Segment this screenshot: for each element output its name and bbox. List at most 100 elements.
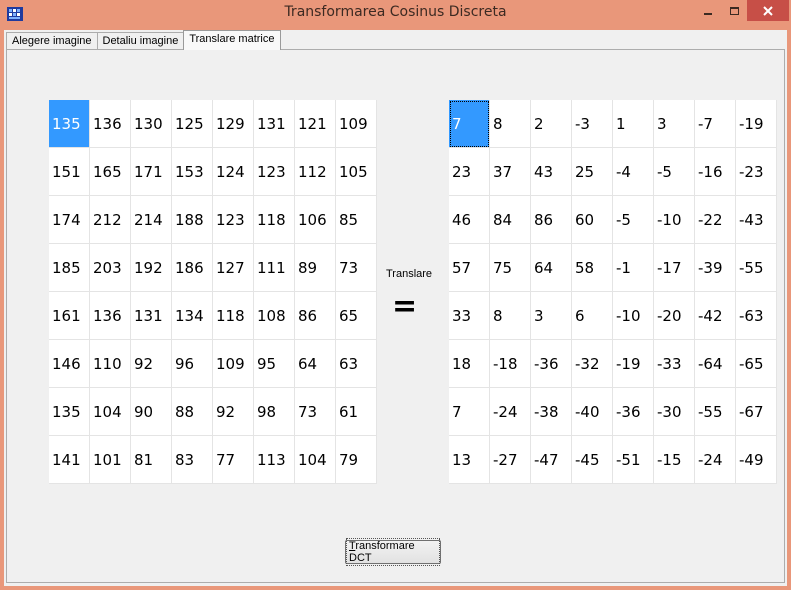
source-matrix-cell[interactable]: 203 [90,244,131,292]
source-matrix-cell[interactable]: 104 [295,436,336,484]
translated-matrix-cell[interactable]: -47 [531,436,572,484]
source-matrix-cell[interactable]: 123 [254,148,295,196]
source-matrix-cell[interactable]: 165 [90,148,131,196]
translated-matrix-cell[interactable]: -10 [654,196,695,244]
source-matrix-cell[interactable]: 186 [172,244,213,292]
source-matrix-cell[interactable]: 95 [254,340,295,388]
translated-matrix-cell[interactable]: 37 [490,148,531,196]
source-matrix-cell[interactable]: 212 [90,196,131,244]
source-matrix-cell[interactable]: 192 [131,244,172,292]
translated-matrix-cell[interactable]: 7 [449,100,490,148]
tab-detaliu-imagine[interactable]: Detaliu imagine [96,32,185,50]
source-matrix-cell[interactable]: 146 [49,340,90,388]
source-matrix-cell[interactable]: 96 [172,340,213,388]
translated-matrix-cell[interactable]: -1 [613,244,654,292]
source-matrix-cell[interactable]: 81 [131,436,172,484]
translated-matrix-cell[interactable]: -27 [490,436,531,484]
source-matrix-cell[interactable]: 118 [213,292,254,340]
source-matrix-cell[interactable]: 90 [131,388,172,436]
source-matrix-cell[interactable]: 112 [295,148,336,196]
translated-matrix-cell[interactable]: 13 [449,436,490,484]
source-matrix-cell[interactable]: 174 [49,196,90,244]
translated-matrix-cell[interactable]: 84 [490,196,531,244]
translated-matrix-cell[interactable]: -36 [613,388,654,436]
source-matrix-cell[interactable]: 86 [295,292,336,340]
translated-matrix-cell[interactable]: -40 [572,388,613,436]
source-matrix-cell[interactable]: 77 [213,436,254,484]
translated-matrix-cell[interactable]: -17 [654,244,695,292]
source-matrix-cell[interactable]: 136 [90,100,131,148]
source-matrix-cell[interactable]: 124 [213,148,254,196]
source-matrix-cell[interactable]: 185 [49,244,90,292]
source-matrix-cell[interactable]: 134 [172,292,213,340]
source-matrix-cell[interactable]: 101 [90,436,131,484]
source-matrix-cell[interactable]: 73 [295,388,336,436]
source-matrix-cell[interactable]: 113 [254,436,295,484]
source-matrix-cell[interactable]: 92 [213,388,254,436]
translated-matrix-cell[interactable]: 64 [531,244,572,292]
translated-matrix-cell[interactable]: 8 [490,100,531,148]
translated-matrix-cell[interactable]: -22 [695,196,736,244]
source-matrix-cell[interactable]: 135 [49,100,90,148]
source-matrix-cell[interactable]: 109 [336,100,377,148]
translated-matrix-cell[interactable]: -42 [695,292,736,340]
translated-matrix-cell[interactable]: 60 [572,196,613,244]
translated-matrix-cell[interactable]: 7 [449,388,490,436]
translated-matrix-cell[interactable]: -32 [572,340,613,388]
source-matrix-cell[interactable]: 171 [131,148,172,196]
title-bar[interactable]: Transformarea Cosinus Discreta [0,0,791,30]
translated-matrix-cell[interactable]: 75 [490,244,531,292]
source-matrix-cell[interactable]: 131 [131,292,172,340]
translated-matrix-cell[interactable]: 43 [531,148,572,196]
close-button[interactable] [747,0,789,21]
translated-matrix-cell[interactable]: -15 [654,436,695,484]
source-matrix-cell[interactable]: 61 [336,388,377,436]
translated-matrix-cell[interactable]: 18 [449,340,490,388]
source-matrix-cell[interactable]: 79 [336,436,377,484]
source-matrix-cell[interactable]: 63 [336,340,377,388]
translated-matrix-cell[interactable]: -30 [654,388,695,436]
source-matrix-cell[interactable]: 129 [213,100,254,148]
source-matrix-cell[interactable]: 141 [49,436,90,484]
translated-matrix-cell[interactable]: -24 [490,388,531,436]
source-matrix-cell[interactable]: 136 [90,292,131,340]
translated-matrix-cell[interactable]: -51 [613,436,654,484]
translated-matrix-cell[interactable]: -20 [654,292,695,340]
source-matrix-cell[interactable]: 135 [49,388,90,436]
source-matrix-cell[interactable]: 109 [213,340,254,388]
translated-matrix-cell[interactable]: 33 [449,292,490,340]
translated-matrix-cell[interactable]: -3 [572,100,613,148]
source-matrix-cell[interactable]: 161 [49,292,90,340]
translated-matrix-cell[interactable]: -16 [695,148,736,196]
translated-matrix-cell[interactable]: -23 [736,148,777,196]
translated-matrix-cell[interactable]: 46 [449,196,490,244]
source-matrix-cell[interactable]: 130 [131,100,172,148]
translated-matrix-cell[interactable]: -39 [695,244,736,292]
translated-matrix-cell[interactable]: 86 [531,196,572,244]
source-matrix-cell[interactable]: 92 [131,340,172,388]
source-matrix-cell[interactable]: 127 [213,244,254,292]
source-matrix-cell[interactable]: 214 [131,196,172,244]
translated-matrix-cell[interactable]: 3 [654,100,695,148]
translated-matrix-cell[interactable]: -49 [736,436,777,484]
source-matrix-cell[interactable]: 123 [213,196,254,244]
translated-matrix-cell[interactable]: -24 [695,436,736,484]
translated-matrix-cell[interactable]: -43 [736,196,777,244]
minimize-button[interactable] [695,0,721,21]
source-matrix-cell[interactable]: 104 [90,388,131,436]
source-matrix-cell[interactable]: 151 [49,148,90,196]
translated-matrix-cell[interactable]: 3 [531,292,572,340]
translated-matrix-cell[interactable]: 25 [572,148,613,196]
translated-matrix-cell[interactable]: -65 [736,340,777,388]
translated-matrix-cell[interactable]: -55 [695,388,736,436]
source-matrix-cell[interactable]: 88 [172,388,213,436]
source-matrix-cell[interactable]: 106 [295,196,336,244]
translated-matrix-cell[interactable]: -4 [613,148,654,196]
maximize-button[interactable] [721,0,747,21]
source-matrix-cell[interactable]: 85 [336,196,377,244]
transformare-dct-button[interactable]: Transformare DCT [345,538,441,566]
source-matrix-cell[interactable]: 64 [295,340,336,388]
translated-matrix-cell[interactable]: -55 [736,244,777,292]
source-matrix-cell[interactable]: 111 [254,244,295,292]
source-matrix-cell[interactable]: 65 [336,292,377,340]
